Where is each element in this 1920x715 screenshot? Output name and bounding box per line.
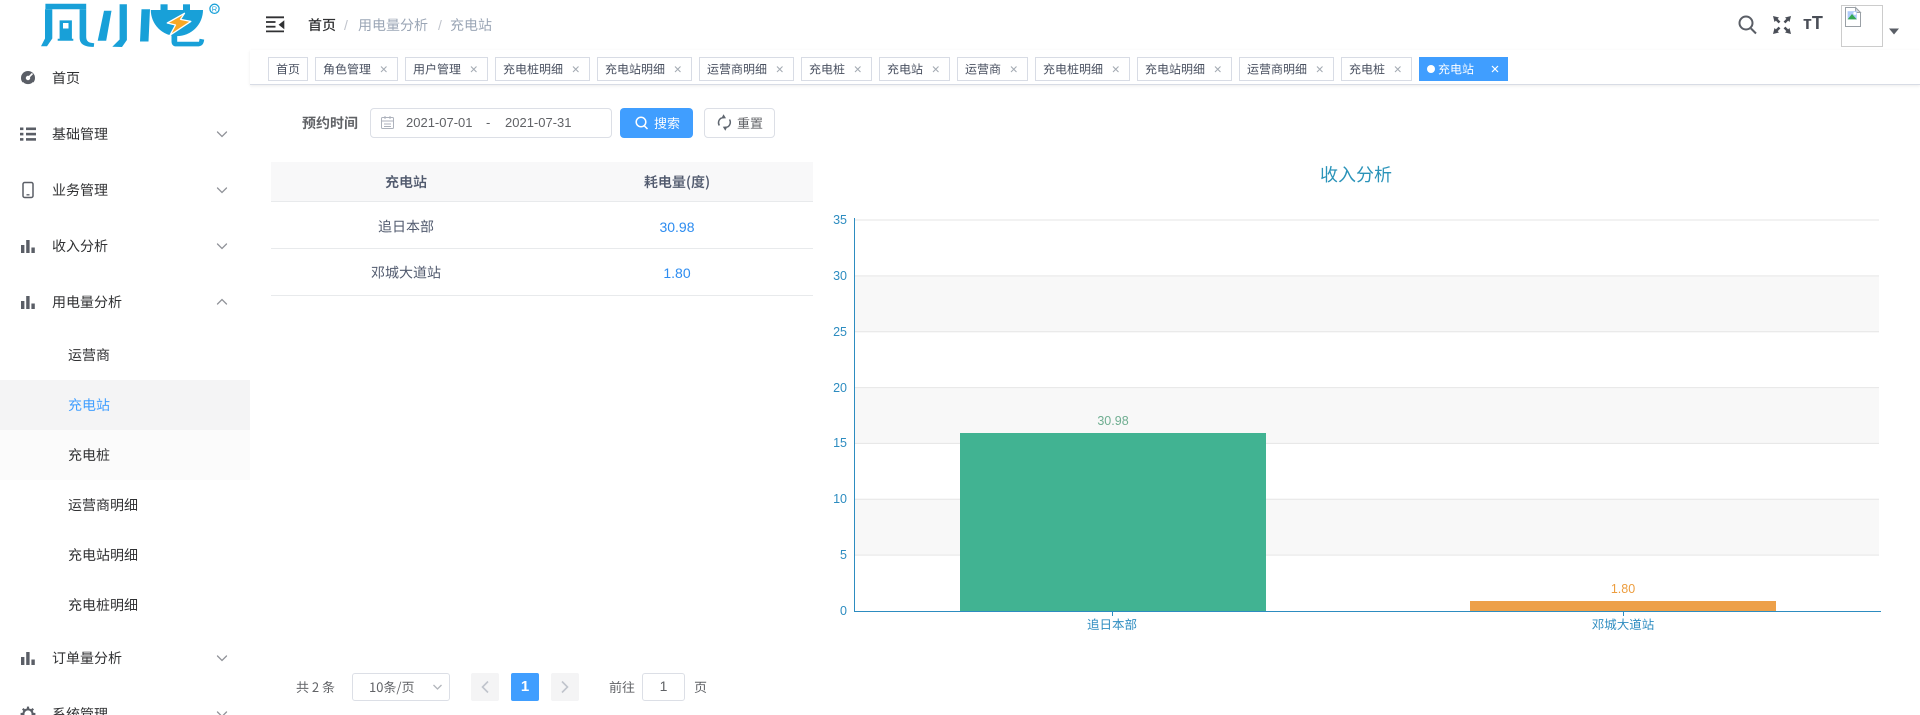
svg-text:30.98: 30.98 xyxy=(1097,414,1128,428)
svg-text:10: 10 xyxy=(833,492,847,506)
svg-text:25: 25 xyxy=(833,325,847,339)
svg-text:0: 0 xyxy=(840,604,847,618)
svg-text:1.80: 1.80 xyxy=(1611,582,1635,596)
svg-text:15: 15 xyxy=(833,436,847,450)
svg-text:20: 20 xyxy=(833,381,847,395)
svg-text:5: 5 xyxy=(840,548,847,562)
svg-text:35: 35 xyxy=(833,213,847,227)
svg-text:30: 30 xyxy=(833,269,847,283)
